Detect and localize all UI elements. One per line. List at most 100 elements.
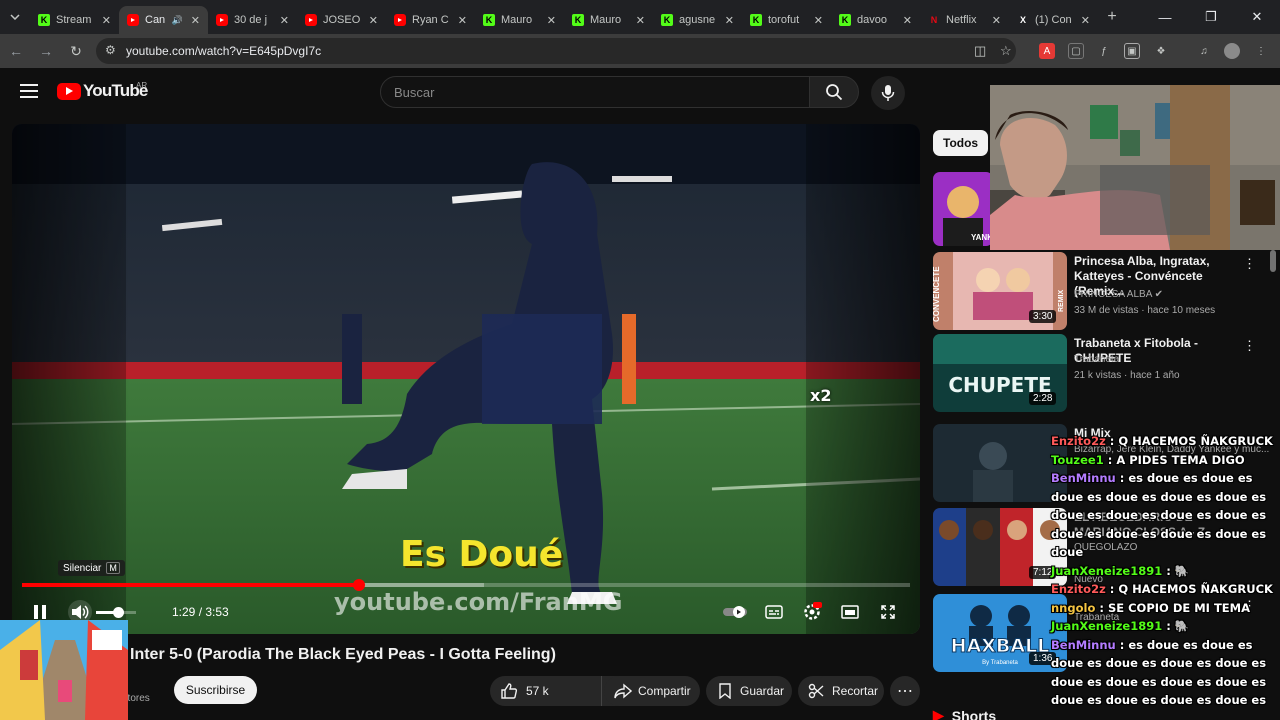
tab-search-button[interactable] [0, 0, 30, 34]
media-control-icon[interactable]: ♫ [1196, 43, 1212, 59]
miniplayer-button[interactable] [838, 600, 862, 624]
video-stats: 21 k vistas · hace 1 año [1074, 370, 1180, 381]
shorts-icon: ▶ [933, 707, 944, 720]
browser-menu-icon[interactable]: ⋮ [1253, 43, 1269, 59]
tab-close-button[interactable]: ✕ [547, 14, 556, 27]
extension-box-icon[interactable]: ▢ [1068, 43, 1084, 59]
clip-button[interactable]: Recortar [798, 676, 884, 706]
search-button[interactable] [809, 76, 859, 108]
tab-title: Ryan C [412, 14, 449, 26]
progress-bar[interactable] [22, 579, 910, 591]
kick-icon: K [483, 14, 495, 26]
restore-button[interactable]: ❐ [1188, 0, 1234, 34]
bookmark-star-icon[interactable]: ☆ [1000, 43, 1012, 59]
forward-button[interactable]: → [32, 43, 60, 59]
autoplay-toggle[interactable] [722, 600, 748, 624]
tab-close-button[interactable]: ✕ [369, 14, 378, 27]
chat-username: JuanXeneize1891 [1051, 619, 1163, 633]
subscribe-button[interactable]: Suscribirse [174, 676, 257, 704]
tab-close-button[interactable]: ✕ [903, 14, 912, 27]
browser-tab[interactable]: K Stream ✕ [30, 6, 119, 34]
voice-search-button[interactable] [871, 76, 905, 110]
browser-tab[interactable]: Can 🔊 ✕ [119, 6, 208, 34]
minimize-button[interactable]: — [1142, 0, 1188, 34]
browser-tab[interactable]: Kdavoo ✕ [831, 6, 920, 34]
chat-text: 🐘 [1174, 563, 1190, 578]
tab-title: JOSEO [323, 14, 361, 26]
share-button[interactable]: Compartir [604, 676, 700, 706]
close-window-button[interactable]: ✕ [1234, 0, 1280, 34]
browser-tab[interactable]: K Mauro ✕ [475, 6, 564, 34]
tab-close-button[interactable]: ✕ [102, 14, 111, 27]
related-video-card[interactable]: CONVÉNCETE REMIX 3:30 Princesa Alba, Ing… [933, 252, 1273, 330]
chat-message: BenMinnu : es doue es doue es doue es do… [1051, 469, 1280, 562]
tab-close-button[interactable]: ✕ [636, 14, 645, 27]
tab-close-button[interactable]: ✕ [725, 14, 734, 27]
extensions-puzzle-icon[interactable]: ❖ [1153, 43, 1169, 59]
browser-tab[interactable]: JOSEO ✕ [297, 6, 386, 34]
tab-close-button[interactable]: ✕ [814, 14, 823, 27]
volume-slider[interactable] [96, 607, 136, 618]
browser-tab[interactable]: 30 de j ✕ [208, 6, 297, 34]
chat-message: BenMinnu : es doue es doue es doue es do… [1051, 636, 1280, 710]
more-actions-button[interactable]: ⋯ [890, 676, 920, 706]
browser-tab[interactable]: N Netflix ✕ [920, 6, 1009, 34]
streamer-webcam-overlay [990, 85, 1280, 250]
youtube-logo[interactable]: YouTube [57, 81, 148, 101]
tab-audio-icon[interactable]: 🔊 [172, 15, 183, 26]
subtitles-button[interactable] [762, 600, 786, 624]
search-input[interactable]: Buscar [380, 76, 810, 108]
extension-capture-icon[interactable]: ▣ [1124, 43, 1140, 59]
back-button[interactable]: ← [2, 43, 30, 59]
fullscreen-button[interactable] [876, 600, 900, 624]
more-options-icon[interactable]: ⋮ [1243, 256, 1256, 272]
more-options-icon[interactable]: ⋮ [1243, 338, 1256, 354]
guide-menu-icon[interactable] [20, 84, 38, 98]
browser-tab[interactable]: K Mauro ✕ [564, 6, 653, 34]
fullscreen-icon [881, 605, 895, 619]
tab-close-button[interactable]: ✕ [992, 14, 1001, 27]
browser-tab[interactable]: Ryan C ✕ [386, 6, 475, 34]
save-button[interactable]: Guardar [706, 676, 792, 706]
settings-button[interactable] [800, 600, 824, 624]
channel-name-text: PRINCESA ALBA [1074, 289, 1152, 300]
tab-close-button[interactable]: ✕ [1081, 14, 1090, 27]
mute-tooltip-label: Silenciar [63, 562, 102, 574]
tab-close-button[interactable]: ✕ [280, 14, 289, 27]
browser-tab[interactable]: X (1) Con ✕ [1009, 6, 1098, 34]
site-info-icon[interactable]: ⚙ [105, 43, 116, 57]
new-tab-button[interactable]: + [1098, 8, 1126, 26]
filter-chip-all[interactable]: Todos [933, 130, 989, 156]
browser-tab[interactable]: Kagusne ✕ [653, 6, 742, 34]
mute-shortcut-key: M [106, 562, 120, 574]
sidebar-scrollbar[interactable] [1270, 250, 1276, 272]
thumbs-up-icon [501, 683, 518, 699]
kick-icon: K [839, 14, 851, 26]
reload-button[interactable]: ↻ [62, 43, 90, 60]
tab-close-button[interactable]: ✕ [191, 14, 200, 27]
chat-separator: : [1162, 619, 1175, 633]
chat-separator: : [1162, 563, 1175, 578]
chat-separator: : [1105, 582, 1119, 596]
tab-title: Mauro [590, 14, 622, 26]
chat-username: BenMinnu [1051, 637, 1116, 652]
related-video-card[interactable]: CHUPETE 2:28 Trabaneta x Fitobola - CHUP… [933, 334, 1273, 412]
save-label: Guardar [740, 684, 785, 698]
extension-script-icon[interactable]: ƒ [1096, 43, 1112, 59]
volume-handle[interactable] [113, 607, 124, 618]
video-thumbnail [933, 424, 1067, 502]
subscribe-label: Suscribirse [185, 683, 246, 697]
kick-icon: K [750, 14, 762, 26]
video-player[interactable]: Es Doué youtube.com/FranMG x2 Silenciar … [12, 124, 920, 634]
like-button[interactable]: 57 k [490, 676, 602, 706]
gear-icon [804, 602, 822, 620]
extension-badge-icon[interactable]: A [1039, 43, 1055, 59]
browser-tab[interactable]: Ktorofut ✕ [742, 6, 831, 34]
address-bar[interactable]: ⚙ youtube.com/watch?v=E645pDvgI7c ◫ ☆ [96, 38, 1016, 64]
chevron-down-icon [10, 14, 20, 20]
profile-avatar[interactable] [1224, 43, 1240, 59]
tab-close-button[interactable]: ✕ [458, 14, 467, 27]
verified-icon: ✔ [1154, 289, 1163, 300]
chat-username: BenMinnu [1051, 471, 1116, 485]
install-app-icon[interactable]: ◫ [974, 43, 986, 59]
